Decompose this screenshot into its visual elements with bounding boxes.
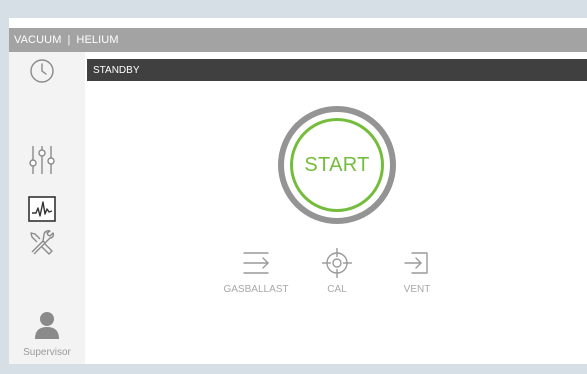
sidebar-item-monitor[interactable] xyxy=(27,194,57,224)
app-window: VACUUM | HELIUM Supervisor STANDBY START… xyxy=(9,18,587,364)
sidebar-item-clock[interactable] xyxy=(27,56,57,86)
top-bar: VACUUM | HELIUM xyxy=(9,28,587,52)
mode-separator: | xyxy=(67,34,71,46)
start-button[interactable]: START xyxy=(290,118,384,212)
user-icon xyxy=(35,312,59,339)
gasballast-button[interactable]: GASBALLAST xyxy=(216,246,296,295)
sliders-icon xyxy=(29,146,55,174)
vent-label: VENT xyxy=(403,284,431,295)
clock-icon xyxy=(30,59,54,83)
mode-helium[interactable]: HELIUM xyxy=(76,34,118,46)
sidebar: Supervisor xyxy=(9,52,85,364)
gasballast-icon xyxy=(243,252,269,274)
gasballast-label: GASBALLAST xyxy=(223,284,289,295)
cal-label: CAL xyxy=(327,284,347,295)
start-label: START xyxy=(304,153,370,176)
user-label: Supervisor xyxy=(23,347,71,358)
sidebar-item-tools[interactable] xyxy=(27,229,57,259)
status-text: STANDBY xyxy=(93,64,140,76)
chart-icon xyxy=(28,196,56,222)
cal-button[interactable]: CAL xyxy=(297,246,377,295)
vent-icon xyxy=(404,252,428,274)
crosshair-icon xyxy=(322,248,352,278)
user-account[interactable]: Supervisor xyxy=(9,310,85,358)
vent-button[interactable]: VENT xyxy=(377,246,457,295)
mode-vacuum[interactable]: VACUUM xyxy=(14,34,61,46)
tools-icon xyxy=(30,230,55,255)
sidebar-item-settings[interactable] xyxy=(27,145,57,175)
status-bar: STANDBY xyxy=(87,59,587,81)
